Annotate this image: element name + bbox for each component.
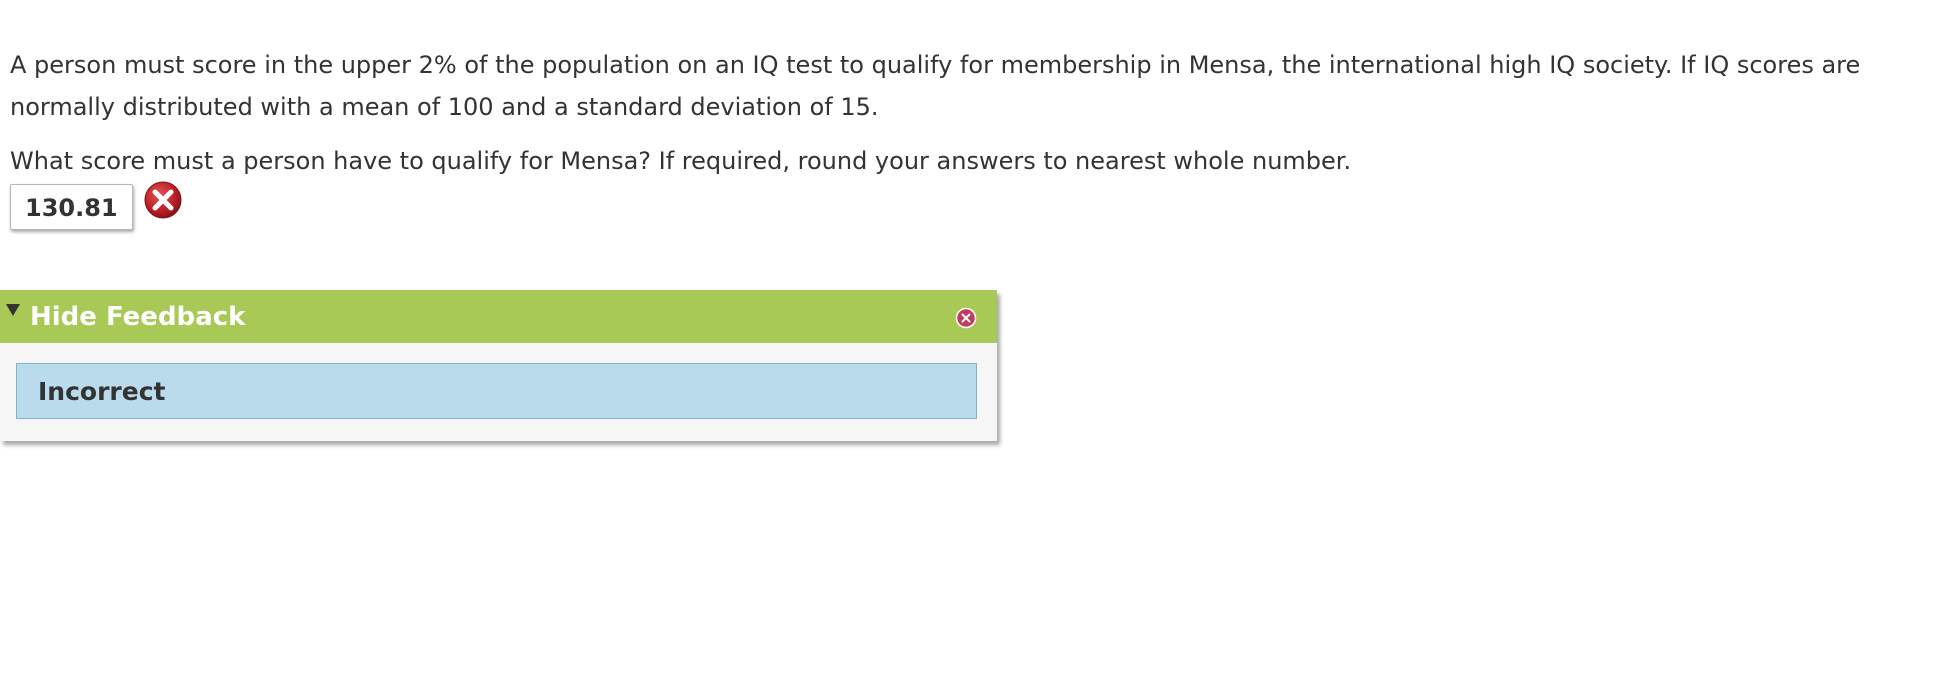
incorrect-x-icon <box>144 181 182 219</box>
feedback-body: Incorrect <box>0 343 997 441</box>
hide-feedback-link[interactable]: Hide Feedback <box>30 300 245 334</box>
answer-field[interactable]: 130.81 <box>10 184 133 230</box>
question-text: A person must score in the upper 2% of t… <box>10 51 1861 121</box>
feedback-panel: Hide Feedback Incorrect <box>0 290 997 441</box>
feedback-result: Incorrect <box>16 363 977 419</box>
close-icon[interactable] <box>955 307 977 329</box>
answer-row: 130.81 <box>10 181 183 230</box>
collapse-arrow-icon[interactable] <box>6 304 20 316</box>
question-prompt: What score must a person have to qualify… <box>10 147 1352 175</box>
feedback-header[interactable]: Hide Feedback <box>0 290 997 343</box>
question-block: A person must score in the upper 2% of t… <box>10 44 1940 182</box>
